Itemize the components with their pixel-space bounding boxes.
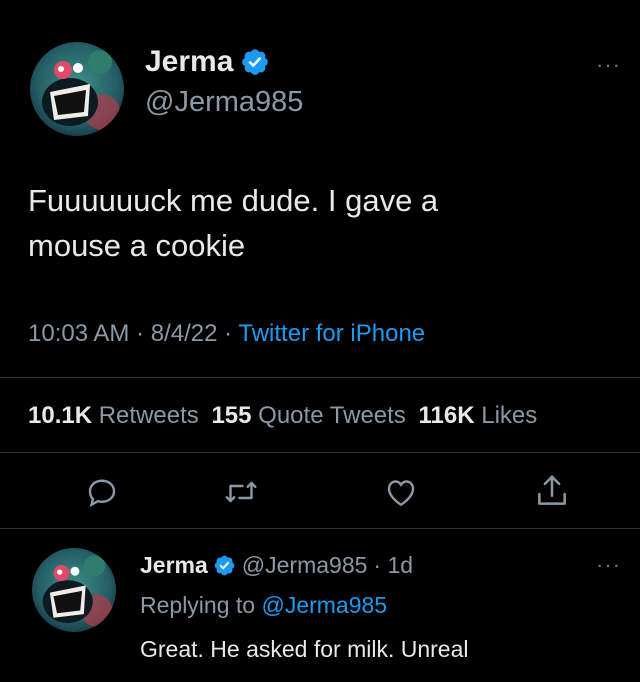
likes-label: Likes xyxy=(481,402,538,429)
replying-to-handle[interactable]: @Jerma985 xyxy=(261,592,387,618)
retweets-stat[interactable]: 10.1K Retweets xyxy=(28,402,205,429)
reply-button[interactable] xyxy=(84,474,120,510)
verified-badge-icon xyxy=(242,49,269,75)
meta-separator: · xyxy=(136,320,145,347)
reply-icon xyxy=(88,479,116,508)
reply-author-avatar[interactable] xyxy=(32,548,116,632)
divider xyxy=(0,452,640,453)
share-icon xyxy=(538,475,566,505)
author-avatar[interactable] xyxy=(30,42,124,136)
author-name-row[interactable]: Jerma xyxy=(145,44,270,80)
replying-to-prefix: Replying to xyxy=(140,592,256,618)
share-button[interactable] xyxy=(533,472,571,510)
reply-text: Great. He asked for milk. Unreal xyxy=(140,636,469,662)
likes-count: 116K xyxy=(418,402,475,429)
tweet-stats: 10.1K Retweets 155 Quote Tweets 116K Lik… xyxy=(28,402,537,430)
reply-author-name[interactable]: Jerma xyxy=(140,552,208,579)
reply-more-options-icon[interactable]: ··· xyxy=(596,554,621,576)
like-button[interactable] xyxy=(383,474,419,510)
tweet-meta: 10:03 AM · 8/4/22 · Twitter for iPhone xyxy=(28,320,425,348)
tweet-date[interactable]: 8/4/22 xyxy=(151,320,218,347)
more-options-icon[interactable]: ··· xyxy=(596,54,621,76)
tweet-text: Fuuuuuuck me dude. I gave a mouse a cook… xyxy=(28,178,438,268)
quotes-count: 155 xyxy=(211,402,252,429)
reply-age[interactable]: · 1d xyxy=(373,552,413,579)
like-icon xyxy=(387,480,415,507)
retweet-icon xyxy=(225,481,257,503)
divider xyxy=(0,377,640,378)
retweets-count: 10.1K xyxy=(28,402,93,429)
retweet-button[interactable] xyxy=(222,474,260,510)
verified-badge-icon xyxy=(214,555,235,575)
avatar-image xyxy=(32,548,116,632)
tweet-text-line-1: Fuuuuuuck me dude. I gave a xyxy=(28,183,439,218)
meta-separator: · xyxy=(224,320,233,347)
likes-stat[interactable]: 116K Likes xyxy=(418,402,537,429)
quotes-label: Quote Tweets xyxy=(258,402,406,429)
author-name[interactable]: Jerma xyxy=(145,45,233,79)
tweet-time[interactable]: 10:03 AM xyxy=(28,320,129,347)
replying-to: Replying to @Jerma985 xyxy=(140,592,387,619)
tweet-text-line-2: mouse a cookie xyxy=(28,228,246,263)
author-handle[interactable]: @Jerma985 xyxy=(145,86,303,119)
quotes-stat[interactable]: 155 Quote Tweets xyxy=(211,402,412,429)
retweets-label: Retweets xyxy=(98,402,199,429)
divider xyxy=(0,528,640,529)
reply-header: Jerma @Jerma985 · 1d xyxy=(140,550,413,580)
reply-author-handle[interactable]: @Jerma985 xyxy=(242,552,368,579)
tweet-source-link[interactable]: Twitter for iPhone xyxy=(238,320,425,347)
avatar-image xyxy=(30,42,124,136)
